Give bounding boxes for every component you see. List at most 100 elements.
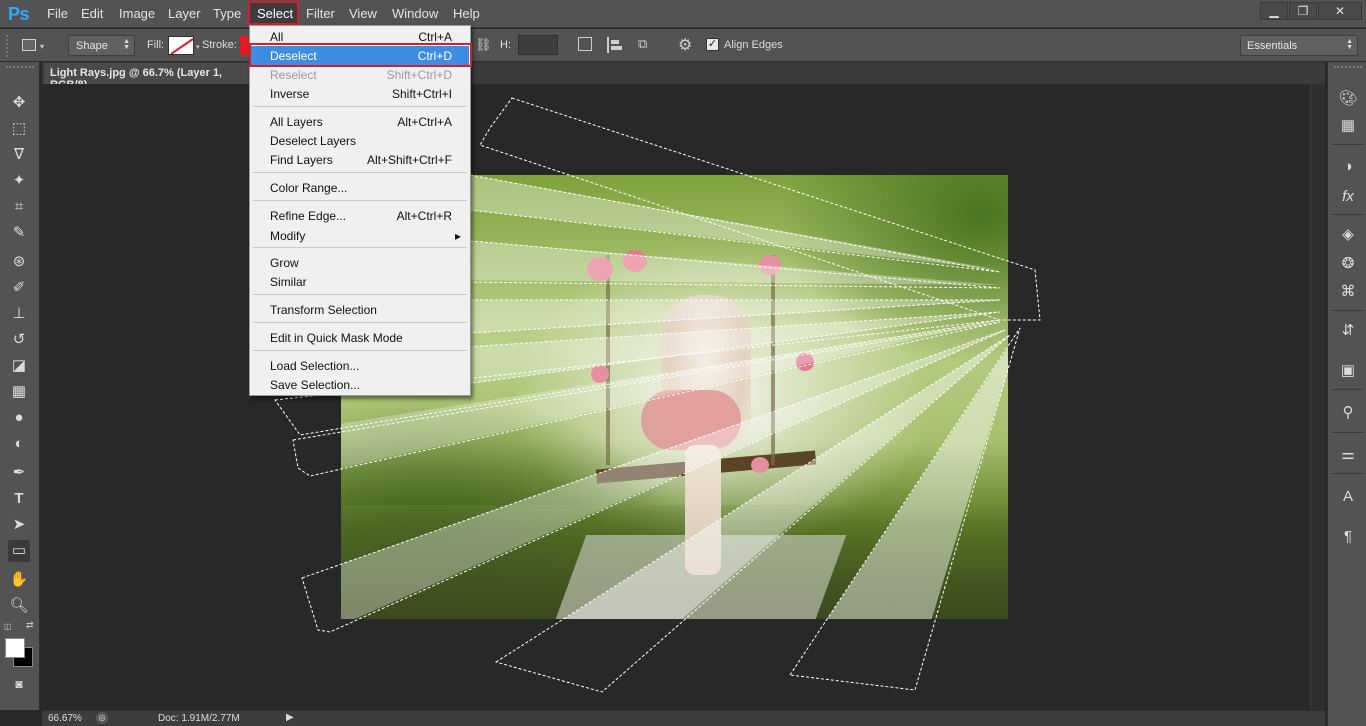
quick-mask-icon[interactable]: ◙ xyxy=(8,673,30,695)
gear-icon[interactable]: ⚙ xyxy=(678,35,692,55)
type-icon[interactable]: T xyxy=(8,488,30,510)
swap-colors-icon[interactable]: ⇄ xyxy=(26,620,34,631)
character-icon[interactable]: A xyxy=(1337,486,1359,508)
dodge-icon[interactable]: ◐ xyxy=(8,433,30,455)
deselect-highlight-box xyxy=(249,43,472,67)
menu-item-inverse[interactable]: Inverse Shift+Ctrl+I xyxy=(251,84,469,103)
workspace-value: Essentials xyxy=(1247,40,1298,52)
styles-icon[interactable]: fx xyxy=(1337,186,1359,208)
no-fill-icon xyxy=(170,38,193,54)
foreground-color-swatch[interactable] xyxy=(5,638,25,658)
menu-item-modify[interactable]: Modify ▸ xyxy=(251,226,469,245)
restore-button[interactable]: ❐ xyxy=(1289,2,1317,20)
healing-brush-icon[interactable]: ⊛ xyxy=(8,251,30,273)
menu-item-grow[interactable]: Grow xyxy=(251,253,469,272)
swing-rope-left xyxy=(606,255,610,465)
girl-legs xyxy=(685,445,721,575)
brush-icon[interactable]: ✐ xyxy=(8,277,30,299)
minimize-button[interactable]: ▁ xyxy=(1260,2,1288,20)
document-tab[interactable]: Light Rays.jpg @ 66.7% (Layer 1, RGB/8) xyxy=(44,63,250,91)
zoom-icon[interactable]: 🔍︎ xyxy=(8,595,30,617)
marquee-icon[interactable]: ⬚ xyxy=(8,118,30,140)
paragraph-icon[interactable]: ¶ xyxy=(1337,526,1359,548)
blur-icon[interactable]: ● xyxy=(8,407,30,429)
lasso-icon[interactable]: ᐁ xyxy=(8,144,30,166)
flower xyxy=(751,457,769,473)
dock-grip xyxy=(1334,66,1362,70)
close-button[interactable]: ✕ xyxy=(1318,2,1362,20)
menu-item-quick-mask[interactable]: Edit in Quick Mask Mode xyxy=(251,328,469,347)
menu-select[interactable]: Select xyxy=(257,6,293,21)
channels-icon[interactable]: ❂ xyxy=(1337,253,1359,275)
updown-arrows-icon: ▲ ▼ xyxy=(1346,38,1353,51)
height-input[interactable] xyxy=(518,35,558,55)
menu-layer[interactable]: Layer xyxy=(168,6,201,21)
menu-item-deselect-layers[interactable]: Deselect Layers xyxy=(251,131,469,150)
document-size: Doc: 1.91M/2.77M xyxy=(158,713,240,724)
menu-item-transform-selection[interactable]: Transform Selection xyxy=(251,300,469,319)
pen-icon[interactable]: ✒ xyxy=(8,462,30,484)
menu-item-color-range[interactable]: Color Range... xyxy=(251,178,469,197)
rectangle-preset-icon xyxy=(22,39,36,51)
tool-preset-picker[interactable]: ▾ xyxy=(20,36,48,56)
menu-separator xyxy=(253,172,467,173)
shape-mode-value: Shape xyxy=(76,40,108,52)
swatches-icon[interactable]: ▦ xyxy=(1337,115,1359,137)
menu-item-find-layers[interactable]: Find Layers Alt+Shift+Ctrl+F xyxy=(251,150,469,169)
path-selection-icon[interactable]: ➤ xyxy=(8,514,30,536)
adjustments-icon[interactable]: ◑ xyxy=(1337,156,1359,178)
brush-presets-icon[interactable]: ⚲ xyxy=(1337,402,1359,424)
menu-separator xyxy=(253,322,467,323)
menu-image[interactable]: Image xyxy=(119,6,155,21)
status-menu-arrow-icon[interactable]: ▶ xyxy=(286,712,294,723)
stroke-swatch[interactable] xyxy=(240,36,249,55)
link-icon[interactable]: ⛓ xyxy=(475,37,492,53)
menu-item-save-selection[interactable]: Save Selection... xyxy=(251,375,469,394)
magic-wand-icon[interactable]: ✦ xyxy=(8,170,30,192)
menu-item-load-selection[interactable]: Load Selection... xyxy=(251,356,469,375)
move-icon[interactable]: ✥ xyxy=(8,92,30,114)
girl-dress xyxy=(641,390,741,450)
chevron-down-icon: ▾ xyxy=(40,42,45,51)
crop-icon[interactable]: ⌗ xyxy=(8,196,30,218)
menu-window[interactable]: Window xyxy=(392,6,438,21)
vertical-scrollbar[interactable] xyxy=(1310,84,1325,710)
menu-help[interactable]: Help xyxy=(453,6,480,21)
menu-item-reselect[interactable]: Reselect Shift+Ctrl+D xyxy=(251,65,469,84)
menu-item-refine-edge[interactable]: Refine Edge... Alt+Ctrl+R xyxy=(251,206,469,225)
workspace-select[interactable]: Essentials ▲ ▼ xyxy=(1240,35,1358,56)
color-palette-icon[interactable]: 🎨︎ xyxy=(1337,88,1359,110)
rectangle-icon[interactable]: ▭ xyxy=(8,540,30,562)
menu-filter[interactable]: Filter xyxy=(306,6,335,21)
path-arrangement-icon[interactable]: ⧉ xyxy=(638,36,656,54)
clone-stamp-icon[interactable]: ⊥ xyxy=(8,303,30,325)
menu-edit[interactable]: Edit xyxy=(81,6,103,21)
menu-view[interactable]: View xyxy=(349,6,377,21)
menu-item-similar[interactable]: Similar xyxy=(251,272,469,291)
status-info-icon[interactable]: ◎ xyxy=(96,712,108,724)
eyedropper-icon[interactable]: ✎ xyxy=(8,222,30,244)
layers-icon[interactable]: ◈ xyxy=(1337,224,1359,246)
properties-icon[interactable]: ▣ xyxy=(1337,360,1359,382)
path-alignment-icon[interactable] xyxy=(607,37,623,53)
tool-presets-icon[interactable]: ⚌ xyxy=(1337,444,1359,466)
eraser-icon[interactable]: ◪ xyxy=(8,355,30,377)
menu-type[interactable]: Type xyxy=(213,6,241,21)
menu-separator xyxy=(253,247,467,248)
menu-item-all-layers[interactable]: All Layers Alt+Ctrl+A xyxy=(251,112,469,131)
align-edges-label: Align Edges xyxy=(724,39,783,51)
flower xyxy=(759,255,781,275)
hand-icon[interactable]: ✋ xyxy=(8,569,30,591)
paths-icon[interactable]: ⌘ xyxy=(1337,281,1359,303)
zoom-level[interactable]: 66.67% xyxy=(48,713,82,724)
fill-swatch[interactable] xyxy=(168,36,194,55)
gradient-icon[interactable]: ▦ xyxy=(8,381,30,403)
path-operations-icon[interactable] xyxy=(578,37,592,51)
history-icon[interactable]: ⇵ xyxy=(1337,320,1359,342)
shape-mode-select[interactable]: Shape ▲ ▼ xyxy=(68,35,135,56)
history-brush-icon[interactable]: ↺ xyxy=(8,329,30,351)
default-colors-icon[interactable]: ◫ xyxy=(4,622,14,631)
menu-separator xyxy=(253,294,467,295)
menu-file[interactable]: File xyxy=(47,6,68,21)
align-edges-checkbox[interactable]: ✓ xyxy=(706,38,719,51)
